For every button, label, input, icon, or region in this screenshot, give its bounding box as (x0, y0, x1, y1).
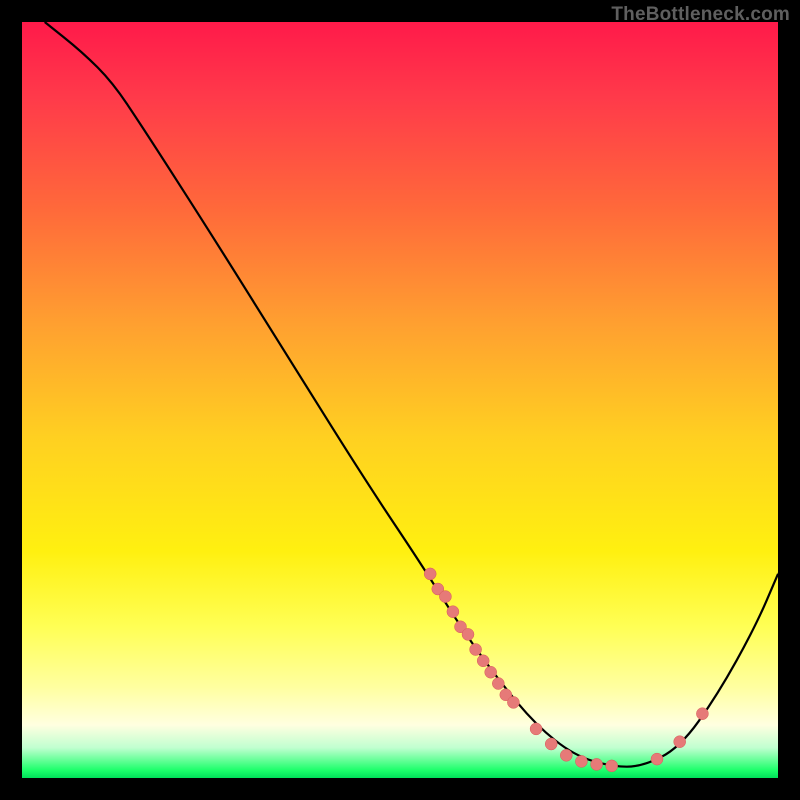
data-marker (462, 628, 474, 640)
data-marker (507, 696, 519, 708)
watermark-text: TheBottleneck.com (611, 4, 790, 26)
bottleneck-curve (45, 22, 778, 767)
data-marker (560, 749, 572, 761)
data-marker (447, 606, 459, 618)
data-marker (545, 738, 557, 750)
data-marker (477, 655, 489, 667)
data-marker (530, 723, 542, 735)
chart-svg (22, 22, 778, 778)
data-marker (674, 736, 686, 748)
data-marker (651, 753, 663, 765)
data-marker (575, 755, 587, 767)
data-marker (439, 591, 451, 603)
data-marker (485, 666, 497, 678)
data-marker (591, 758, 603, 770)
data-marker (696, 708, 708, 720)
data-marker (606, 760, 618, 772)
data-marker (424, 568, 436, 580)
chart-plot-area (22, 22, 778, 778)
data-marker (492, 678, 504, 690)
data-markers-group (424, 568, 708, 772)
data-marker (470, 644, 482, 656)
